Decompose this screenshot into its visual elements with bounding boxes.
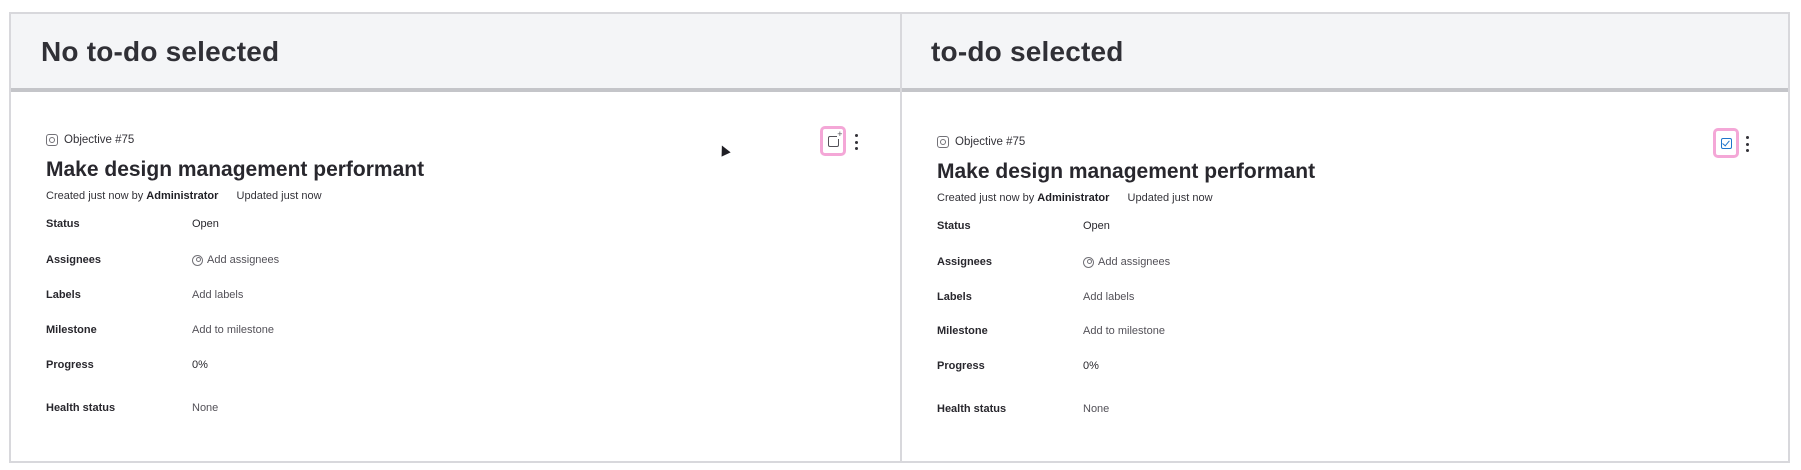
created-line: Created just now by Administrator Update… bbox=[937, 192, 1213, 204]
work-item-title[interactable]: Make design management performant bbox=[937, 160, 1315, 184]
column-heading-right: to-do selected bbox=[931, 36, 1124, 67]
created-prefix: Created just now by bbox=[46, 190, 144, 202]
assignees-label: Assignees bbox=[937, 256, 993, 268]
objective-reference[interactable]: Objective #75 bbox=[46, 134, 134, 146]
assignees-label: Assignees bbox=[46, 254, 102, 266]
labels-label: Labels bbox=[46, 289, 81, 301]
progress-label: Progress bbox=[46, 359, 94, 371]
updated-text: Updated just now bbox=[236, 190, 322, 202]
add-todo-button[interactable] bbox=[820, 126, 846, 156]
labels-label: Labels bbox=[937, 291, 972, 303]
add-labels-button[interactable]: Add labels bbox=[1083, 291, 1134, 303]
objective-reference[interactable]: Objective #75 bbox=[937, 136, 1025, 148]
add-milestone-button[interactable]: Add to milestone bbox=[192, 324, 274, 336]
mark-todo-done-button[interactable] bbox=[1713, 128, 1739, 158]
health-status-label: Health status bbox=[46, 402, 116, 414]
status-label: Status bbox=[46, 218, 80, 230]
milestone-label: Milestone bbox=[46, 324, 97, 336]
milestone-label: Milestone bbox=[937, 325, 988, 337]
add-milestone-button[interactable]: Add to milestone bbox=[1083, 325, 1165, 337]
health-status-label: Health status bbox=[937, 403, 1007, 415]
progress-value[interactable]: 0% bbox=[1083, 360, 1099, 372]
progress-value[interactable]: 0% bbox=[192, 359, 208, 371]
work-item-title[interactable]: Make design management performant bbox=[46, 158, 424, 182]
objective-reference-label: Objective #75 bbox=[64, 134, 135, 146]
comparison-frame: No to-do selected to-do selected Objecti… bbox=[9, 12, 1790, 463]
status-value[interactable]: Open bbox=[192, 218, 219, 230]
user-icon bbox=[1083, 256, 1094, 268]
author-link[interactable]: Administrator bbox=[1037, 192, 1109, 204]
created-line: Created just now by Administrator Update… bbox=[46, 190, 322, 202]
add-assignees-button[interactable]: Add assignees bbox=[192, 254, 279, 266]
health-status-value[interactable]: None bbox=[192, 402, 218, 414]
add-assignees-button[interactable]: Add assignees bbox=[1083, 256, 1170, 268]
progress-label: Progress bbox=[937, 360, 985, 372]
add-assignees-label: Add assignees bbox=[207, 254, 280, 266]
created-prefix: Created just now by bbox=[937, 192, 1035, 204]
updated-text: Updated just now bbox=[1127, 192, 1213, 204]
user-icon bbox=[192, 254, 203, 266]
objective-icon bbox=[937, 136, 949, 148]
more-actions-icon[interactable] bbox=[1742, 136, 1752, 152]
more-actions-icon[interactable] bbox=[851, 134, 861, 150]
health-status-value[interactable]: None bbox=[1083, 403, 1109, 415]
column-heading-left: No to-do selected bbox=[41, 36, 280, 67]
work-item-panel-left: Objective #75 Make design management per… bbox=[11, 96, 871, 456]
add-assignees-label: Add assignees bbox=[1098, 256, 1171, 268]
work-item-panel-right: Objective #75 Make design management per… bbox=[902, 96, 1762, 456]
objective-reference-label: Objective #75 bbox=[955, 136, 1026, 148]
objective-icon bbox=[46, 134, 58, 146]
todo-add-icon bbox=[827, 129, 843, 147]
status-value[interactable]: Open bbox=[1083, 220, 1110, 232]
todo-done-icon bbox=[1720, 137, 1732, 149]
author-link[interactable]: Administrator bbox=[146, 190, 218, 202]
status-label: Status bbox=[937, 220, 971, 232]
add-labels-button[interactable]: Add labels bbox=[192, 289, 243, 301]
